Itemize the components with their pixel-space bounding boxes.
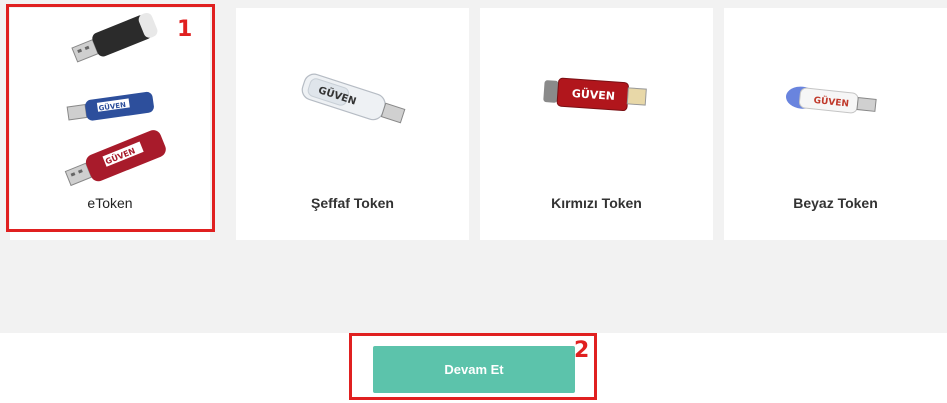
annotation-box-2	[349, 333, 597, 400]
token-label: Şeffaf Token	[311, 195, 394, 211]
token-card-kirmizi[interactable]: GÜVEN Kırmızı Token	[480, 8, 713, 240]
usb-token-red-icon: GÜVEN	[543, 77, 647, 112]
usb-token-white-icon: GÜVEN	[785, 86, 877, 114]
token-label: Beyaz Token	[793, 195, 878, 211]
annotation-number-2: 2	[574, 338, 590, 363]
usb-token-clear-icon: GÜVEN	[301, 73, 406, 124]
token-card-beyaz[interactable]: GÜVEN Beyaz Token	[724, 8, 947, 240]
token-card-seffaf[interactable]: GÜVEN Şeffaf Token	[236, 8, 469, 240]
annotation-number-1: 1	[177, 17, 193, 42]
token-label: Kırmızı Token	[551, 195, 642, 211]
